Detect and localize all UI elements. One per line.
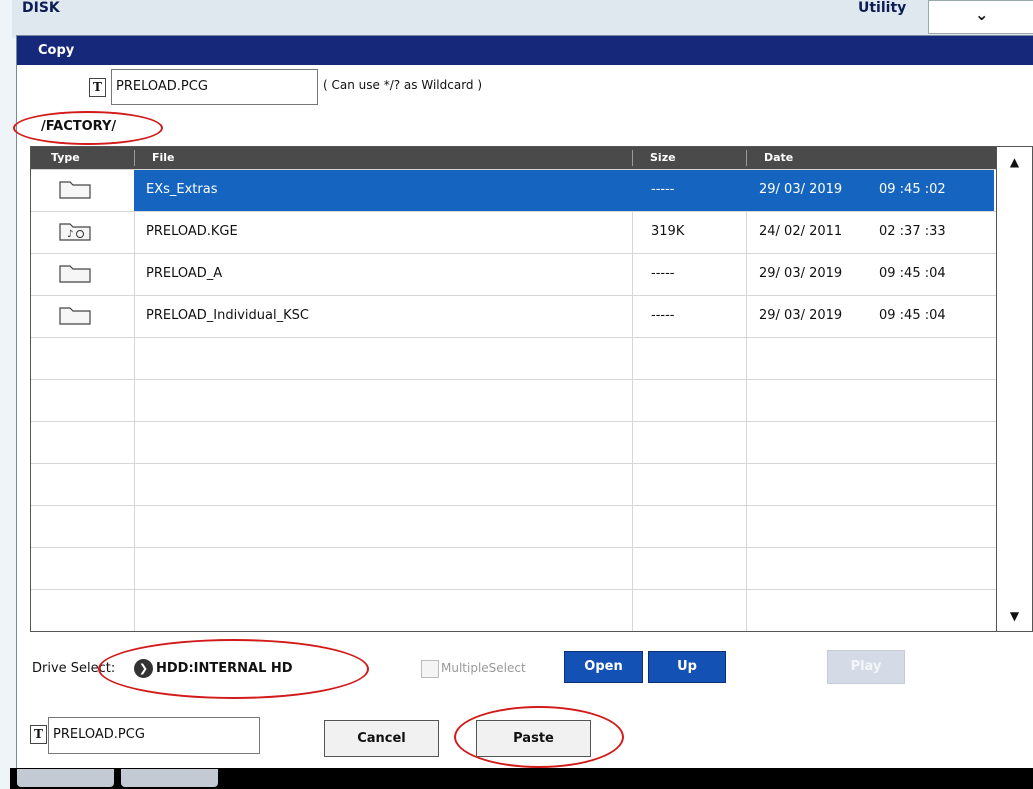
file-size: 319K: [651, 224, 685, 239]
file-size: -----: [651, 266, 675, 281]
file-name: PRELOAD_Individual_KSC: [146, 308, 309, 323]
folder-icon: [59, 265, 91, 283]
multiple-select-checkbox[interactable]: [421, 660, 439, 678]
wildcard-hint: ( Can use */? as Wildcard ): [323, 78, 483, 92]
table-row[interactable]: PRELOAD_Individual_KSC ----- 29/ 03/ 201…: [31, 295, 998, 337]
column-header-type[interactable]: Type: [51, 151, 80, 164]
up-button[interactable]: Up: [648, 651, 726, 683]
empty-row: [31, 421, 998, 463]
file-list-header: Type File Size Date: [31, 147, 998, 169]
dialog-title-bar: Copy: [17, 36, 1033, 65]
column-divider: [632, 150, 633, 166]
dialog-title: Copy: [38, 43, 75, 58]
disk-mode-label: DISK: [22, 0, 60, 16]
column-header-size[interactable]: Size: [650, 151, 676, 164]
destination-filename-field[interactable]: PRELOAD.PCG: [48, 717, 260, 754]
file-list-scrollbar[interactable]: ▲ ▼: [996, 146, 1033, 632]
bottom-tab[interactable]: [121, 769, 218, 787]
svg-text:♪: ♪: [67, 229, 73, 240]
selection-highlight: [134, 170, 994, 211]
text-edit-icon[interactable]: T: [89, 78, 106, 97]
column-divider: [746, 150, 747, 166]
table-row[interactable]: ♪ PRELOAD.KGE 319K 24/ 02/ 2011 02 :37 :…: [31, 211, 998, 253]
source-filename-field[interactable]: PRELOAD.PCG: [111, 69, 318, 105]
scroll-down-button[interactable]: ▼: [997, 601, 1032, 631]
file-time: 09 :45 :04: [879, 308, 946, 323]
file-date: 29/ 03/ 2019: [759, 308, 843, 323]
folder-icon: [59, 181, 91, 199]
table-row[interactable]: PRELOAD_A ----- 29/ 03/ 2019 09 :45 :04: [31, 253, 998, 295]
chevron-down-icon: ⌄: [975, 5, 989, 24]
folder-icon: [59, 307, 91, 325]
empty-row: [31, 505, 998, 547]
empty-row: [31, 547, 998, 589]
file-name: EXs_Extras: [146, 182, 218, 197]
table-row[interactable]: EXs_Extras ----- 29/ 03/ 2019 09 :45 :02: [31, 169, 998, 211]
file-date: 29/ 03/ 2019: [759, 182, 843, 197]
file-name: PRELOAD_A: [146, 266, 223, 281]
file-name: PRELOAD.KGE: [146, 224, 238, 239]
empty-row: [31, 337, 998, 379]
cancel-button[interactable]: Cancel: [324, 720, 439, 757]
play-button[interactable]: Play: [827, 650, 905, 684]
copy-dialog: Copy T PRELOAD.PCG ( Can use */? as Wild…: [13, 35, 1033, 769]
scroll-up-button[interactable]: ▲: [997, 147, 1032, 177]
bottom-tab[interactable]: [17, 769, 114, 787]
empty-row: [31, 589, 998, 631]
file-date: 24/ 02/ 2011: [759, 224, 843, 239]
file-size: -----: [651, 182, 675, 197]
utility-dropdown[interactable]: ⌄: [928, 0, 1033, 34]
empty-row: [31, 463, 998, 505]
file-date: 29/ 03/ 2019: [759, 266, 843, 281]
column-header-file[interactable]: File: [152, 151, 175, 164]
open-button[interactable]: Open: [564, 651, 643, 683]
utility-label: Utility: [858, 0, 907, 16]
file-time: 09 :45 :04: [879, 266, 946, 281]
multiple-select-label: MultipleSelect: [441, 661, 526, 675]
annotation-ellipse: [454, 706, 624, 768]
file-time: 02 :37 :33: [879, 224, 946, 239]
annotation-ellipse: [98, 639, 369, 699]
kge-file-icon: ♪: [59, 223, 91, 241]
file-size: -----: [651, 308, 675, 323]
column-divider: [134, 150, 135, 166]
empty-row: [31, 379, 998, 421]
column-header-date[interactable]: Date: [764, 151, 793, 164]
text-edit-icon[interactable]: T: [30, 725, 47, 744]
annotation-ellipse: [13, 111, 163, 145]
file-time: 09 :45 :02: [879, 182, 946, 197]
file-list: Type File Size Date EXs_Extras ----- 29/…: [30, 146, 999, 632]
